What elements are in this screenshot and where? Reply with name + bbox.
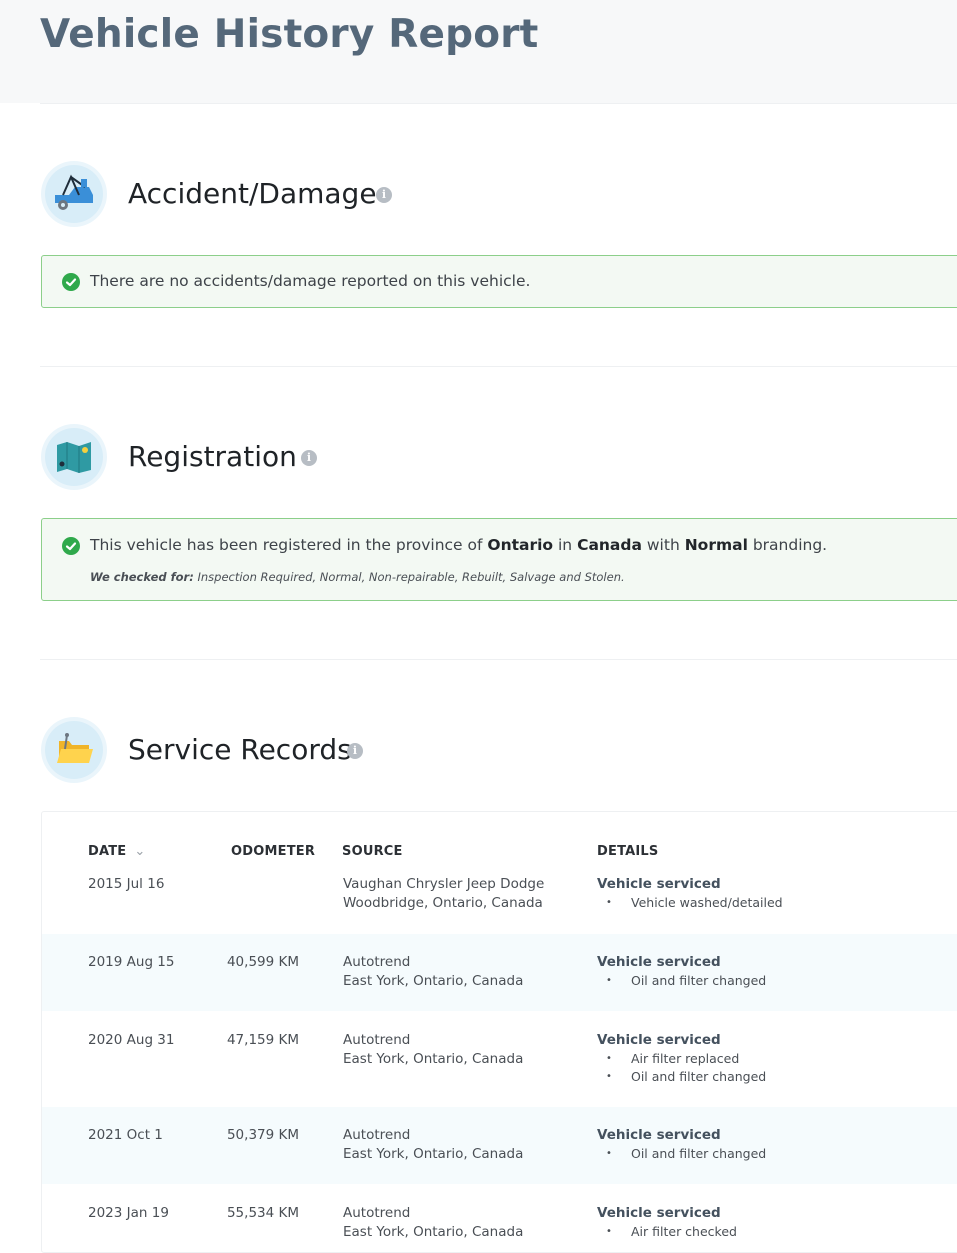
info-icon[interactable]: i (376, 187, 392, 203)
detail-item: Oil and filter changed (597, 1068, 766, 1086)
report-header: Vehicle History Report (0, 0, 957, 103)
column-header-date[interactable]: DATE ⌄ (88, 844, 146, 859)
registration-alert: This vehicle has been registered in the … (41, 518, 957, 601)
service-section-title: Service Records (128, 733, 352, 766)
row-details: Vehicle serviced Air filter replaced Oil… (597, 1031, 766, 1086)
column-header-source: SOURCE (342, 844, 403, 859)
chevron-down-icon[interactable]: ⌄ (134, 844, 145, 859)
checked-for-list: We checked for: Inspection Required, Nor… (90, 570, 625, 584)
check-circle-icon (62, 273, 80, 291)
source-name: Autotrend (343, 1205, 411, 1221)
source-name: Autotrend (343, 954, 411, 970)
column-header-odometer: ODOMETER (231, 844, 316, 859)
row-date: 2020 Aug 31 (88, 1032, 175, 1048)
row-date: 2015 Jul 16 (88, 876, 165, 892)
row-details: Vehicle serviced Vehicle washed/detailed (597, 875, 783, 912)
row-odometer: 40,599 KM (226, 954, 299, 970)
source-location: East York, Ontario, Canada (343, 973, 524, 989)
accident-section-title: Accident/Damage (128, 177, 377, 210)
row-details: Vehicle serviced Air filter checked (597, 1204, 737, 1241)
row-source: Autotrend East York, Ontario, Canada (343, 1126, 523, 1164)
info-icon[interactable]: i (301, 450, 317, 466)
registration-section-title: Registration (128, 440, 297, 473)
check-circle-icon (62, 537, 80, 555)
accident-alert: There are no accidents/damage reported o… (41, 255, 957, 308)
page-title: Vehicle History Report (40, 12, 539, 57)
source-name: Vaughan Chrysler Jeep Dodge (343, 876, 545, 892)
row-date: 2023 Jan 19 (88, 1205, 169, 1221)
branding: Normal (684, 536, 748, 554)
registration-message: This vehicle has been registered in the … (90, 536, 828, 554)
detail-item: Vehicle washed/detailed (597, 894, 783, 912)
row-source: Autotrend East York, Ontario, Canada (343, 1031, 523, 1069)
row-date: 2021 Oct 1 (88, 1127, 163, 1143)
row-details: Vehicle serviced Oil and filter changed (597, 953, 766, 990)
source-location: East York, Ontario, Canada (343, 1224, 524, 1240)
source-name: Autotrend (343, 1032, 411, 1048)
row-source: Vaughan Chrysler Jeep Dodge Woodbridge, … (343, 875, 544, 913)
divider (40, 659, 957, 660)
source-location: East York, Ontario, Canada (343, 1051, 524, 1067)
accident-message: There are no accidents/damage reported o… (90, 272, 531, 290)
row-odometer: 50,379 KM (226, 1127, 299, 1143)
source-location: Woodbridge, Ontario, Canada (343, 895, 543, 911)
tow-truck-icon (45, 165, 103, 223)
detail-item: Oil and filter changed (597, 972, 766, 990)
row-details: Vehicle serviced Oil and filter changed (597, 1126, 766, 1163)
country: Canada (577, 536, 642, 554)
row-odometer: 47,159 KM (226, 1032, 299, 1048)
row-source: Autotrend East York, Ontario, Canada (343, 1204, 523, 1242)
source-name: Autotrend (343, 1127, 411, 1143)
divider (40, 366, 957, 367)
row-source: Autotrend East York, Ontario, Canada (343, 953, 523, 991)
detail-title: Vehicle serviced (597, 954, 721, 970)
row-odometer: 55,534 KM (226, 1205, 299, 1221)
divider (40, 103, 957, 104)
detail-title: Vehicle serviced (597, 1205, 721, 1221)
row-date: 2019 Aug 15 (88, 954, 175, 970)
detail-item: Air filter replaced (597, 1050, 766, 1068)
detail-title: Vehicle serviced (597, 876, 721, 892)
info-icon[interactable]: i (347, 743, 363, 759)
detail-item: Oil and filter changed (597, 1145, 766, 1163)
map-icon (45, 428, 103, 486)
province: Ontario (487, 536, 554, 554)
source-location: East York, Ontario, Canada (343, 1146, 524, 1162)
detail-title: Vehicle serviced (597, 1127, 721, 1143)
detail-item: Air filter checked (597, 1223, 737, 1241)
column-header-details: DETAILS (597, 844, 659, 859)
detail-title: Vehicle serviced (597, 1032, 721, 1048)
folder-icon (45, 721, 103, 779)
